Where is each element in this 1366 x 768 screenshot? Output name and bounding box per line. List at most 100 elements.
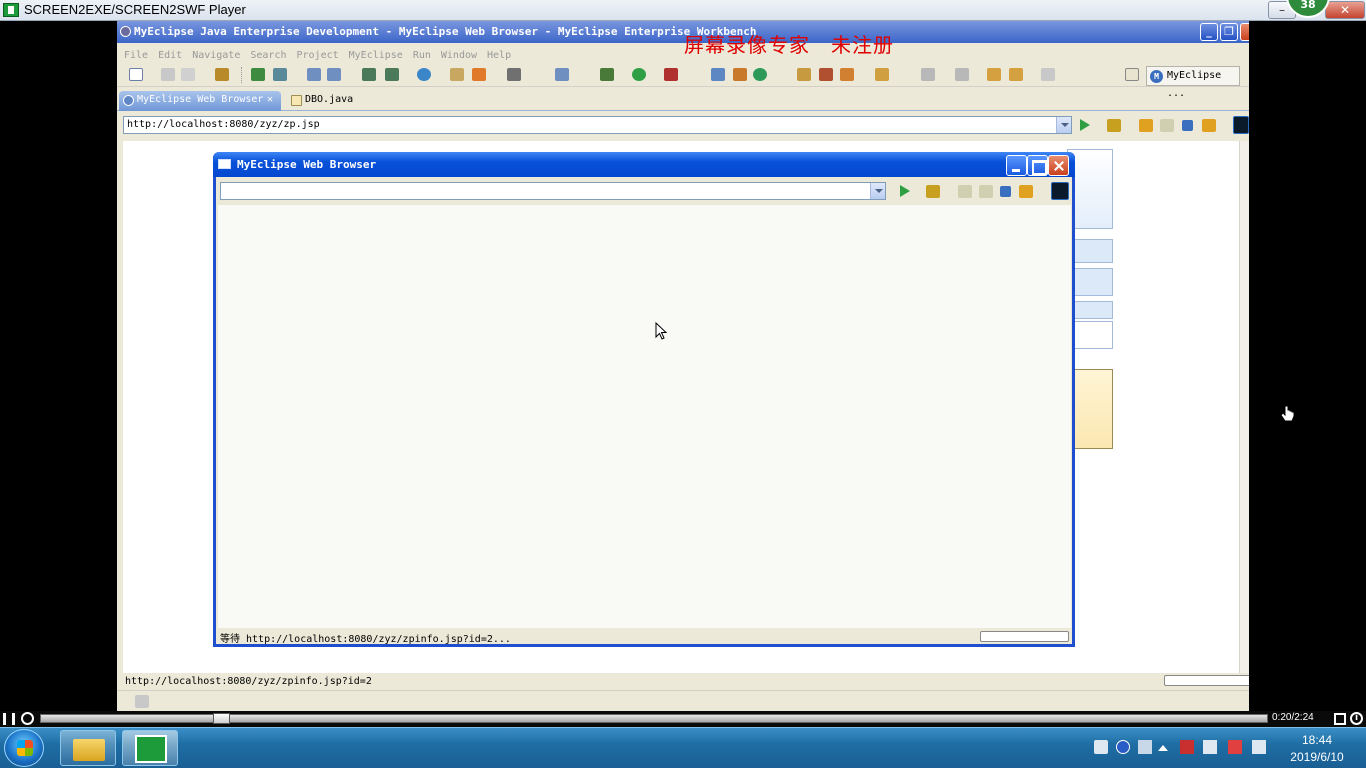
- settings-icon[interactable]: [21, 712, 34, 725]
- eclipse-title: MyEclipse Java Enterprise Development - …: [134, 25, 757, 38]
- back-icon[interactable]: [1009, 68, 1023, 81]
- eclipse-app-icon: [120, 26, 131, 37]
- annotation-icon[interactable]: [840, 68, 854, 81]
- forward-icon[interactable]: [1160, 119, 1174, 132]
- folder-dropdown-icon[interactable]: [875, 68, 889, 81]
- popup-maximize-button[interactable]: [1027, 155, 1048, 176]
- open-perspective-icon[interactable]: [1125, 68, 1139, 81]
- run-icon[interactable]: [632, 68, 646, 81]
- folder-icon[interactable]: [450, 68, 464, 81]
- player-app-icon: [3, 3, 19, 17]
- camera-icon[interactable]: [507, 68, 521, 81]
- web-project-icon[interactable]: [385, 68, 399, 81]
- forward-icon[interactable]: [1041, 68, 1055, 81]
- editor-tab-bar: MyEclipse Web Browser ✕ DBO.java: [117, 87, 1249, 111]
- security-icon[interactable]: [1180, 740, 1194, 754]
- menu-bar: File Edit Navigate Search Project MyEclipse Ru…: [117, 43, 1249, 63]
- stop-icon[interactable]: [1000, 186, 1011, 197]
- next-annotation-icon[interactable]: [921, 68, 935, 81]
- last-edit-icon[interactable]: [987, 68, 1001, 81]
- open-type-icon[interactable]: [307, 68, 321, 81]
- favorites-icon[interactable]: [926, 185, 940, 198]
- player-close-button[interactable]: ✕: [1325, 1, 1365, 19]
- chevron-down-icon[interactable]: [1056, 117, 1071, 133]
- db-icon[interactable]: [362, 68, 376, 81]
- console-icon[interactable]: [1233, 116, 1249, 134]
- search-icon[interactable]: [327, 68, 341, 81]
- popup-browser-window: MyEclipse Web Browser 等待 http://localhos…: [213, 152, 1075, 647]
- seek-thumb[interactable]: [213, 713, 230, 724]
- popup-url-input[interactable]: [220, 182, 886, 200]
- refresh-icon[interactable]: [1019, 185, 1033, 198]
- new-icon[interactable]: [129, 68, 143, 81]
- prev-annotation-icon[interactable]: [955, 68, 969, 81]
- refresh-icon[interactable]: [1202, 119, 1216, 132]
- language-icon[interactable]: [1138, 740, 1152, 754]
- network-icon[interactable]: [1228, 740, 1242, 754]
- fullscreen-icon[interactable]: [1334, 713, 1346, 725]
- close-icon[interactable]: ✕: [267, 91, 273, 109]
- open-icon[interactable]: [797, 68, 811, 81]
- eclipse-close-button[interactable]: [1240, 23, 1249, 41]
- fast-view-icon[interactable]: [135, 695, 149, 708]
- popup-progress-bar: [980, 631, 1069, 642]
- server-icon[interactable]: [273, 68, 287, 81]
- taskbar-clock[interactable]: 18:44 2019/6/10: [1277, 732, 1357, 766]
- rocket-icon[interactable]: [819, 68, 833, 81]
- player-title: SCREEN2EXE/SCREEN2SWF Player: [24, 2, 246, 17]
- console-icon[interactable]: [1051, 182, 1069, 200]
- debug-icon[interactable]: [600, 68, 614, 81]
- tab-dbo-java[interactable]: DBO.java: [287, 91, 387, 111]
- windows-logo-icon: [17, 740, 33, 756]
- wizard-icon[interactable]: [555, 68, 569, 81]
- stop-icon[interactable]: [1182, 120, 1193, 131]
- browser-url-input[interactable]: http://localhost:8080/zyz/zp.jsp: [123, 116, 1072, 134]
- save-icon[interactable]: [161, 68, 175, 81]
- back-icon[interactable]: [1139, 119, 1153, 132]
- popup-minimize-button[interactable]: [1006, 155, 1027, 176]
- show-hidden-icons[interactable]: [1158, 745, 1168, 751]
- help-icon[interactable]: [1116, 740, 1130, 754]
- open-folder-icon[interactable]: [711, 68, 725, 81]
- deploy-icon[interactable]: [251, 68, 265, 81]
- eclipse-minimize-button[interactable]: _: [1200, 23, 1218, 41]
- page-scrollbar[interactable]: [1239, 141, 1249, 673]
- print-icon[interactable]: [181, 68, 195, 81]
- jar-icon[interactable]: [733, 68, 747, 81]
- popup-status-text: 等待 http://localhost:8080/zyz/zpinfo.jsp?…: [220, 634, 511, 645]
- signal-icon[interactable]: [1252, 740, 1266, 754]
- popup-close-button[interactable]: [1048, 155, 1069, 176]
- chevron-down-icon[interactable]: [870, 183, 885, 199]
- popup-title-bar: MyEclipse Web Browser: [213, 152, 1075, 177]
- eclipse-bottom-bar: [117, 690, 1249, 711]
- back-icon[interactable]: [958, 185, 972, 198]
- pause-icon[interactable]: [3, 713, 15, 725]
- favorites-icon[interactable]: [1107, 119, 1121, 132]
- taskbar-player[interactable]: [122, 730, 178, 766]
- package-icon[interactable]: [215, 68, 229, 81]
- start-button[interactable]: [4, 729, 44, 767]
- eclipse-title-bar: MyEclipse Java Enterprise Development - …: [117, 21, 1249, 43]
- forward-icon[interactable]: [979, 185, 993, 198]
- perspective-button[interactable]: MyEclipse ...: [1146, 66, 1240, 99]
- taskbar-explorer[interactable]: [60, 730, 116, 766]
- tab-myeclipse-web-browser[interactable]: MyEclipse Web Browser ✕: [119, 91, 281, 111]
- eclipse-restore-button[interactable]: ❐: [1220, 23, 1238, 41]
- main-toolbar: [117, 63, 1249, 87]
- java-file-icon: [291, 95, 302, 106]
- refresh-icon[interactable]: [472, 68, 486, 81]
- volume-icon[interactable]: [1203, 740, 1217, 754]
- sync-icon[interactable]: [753, 68, 767, 81]
- clock-time: 18:44: [1301, 733, 1333, 747]
- hand-cursor-icon: [1280, 405, 1295, 422]
- popup-content: [218, 205, 1071, 628]
- globe-icon[interactable]: [417, 68, 431, 81]
- popup-title: MyEclipse Web Browser: [237, 158, 377, 171]
- go-icon[interactable]: [900, 185, 910, 197]
- player-app-icon: [135, 735, 167, 763]
- playback-time: 0:20/2:24: [1272, 712, 1314, 723]
- keyboard-icon[interactable]: [1094, 740, 1108, 754]
- info-icon[interactable]: i: [1350, 712, 1363, 725]
- go-icon[interactable]: [1080, 119, 1090, 131]
- external-tools-icon[interactable]: [664, 68, 678, 81]
